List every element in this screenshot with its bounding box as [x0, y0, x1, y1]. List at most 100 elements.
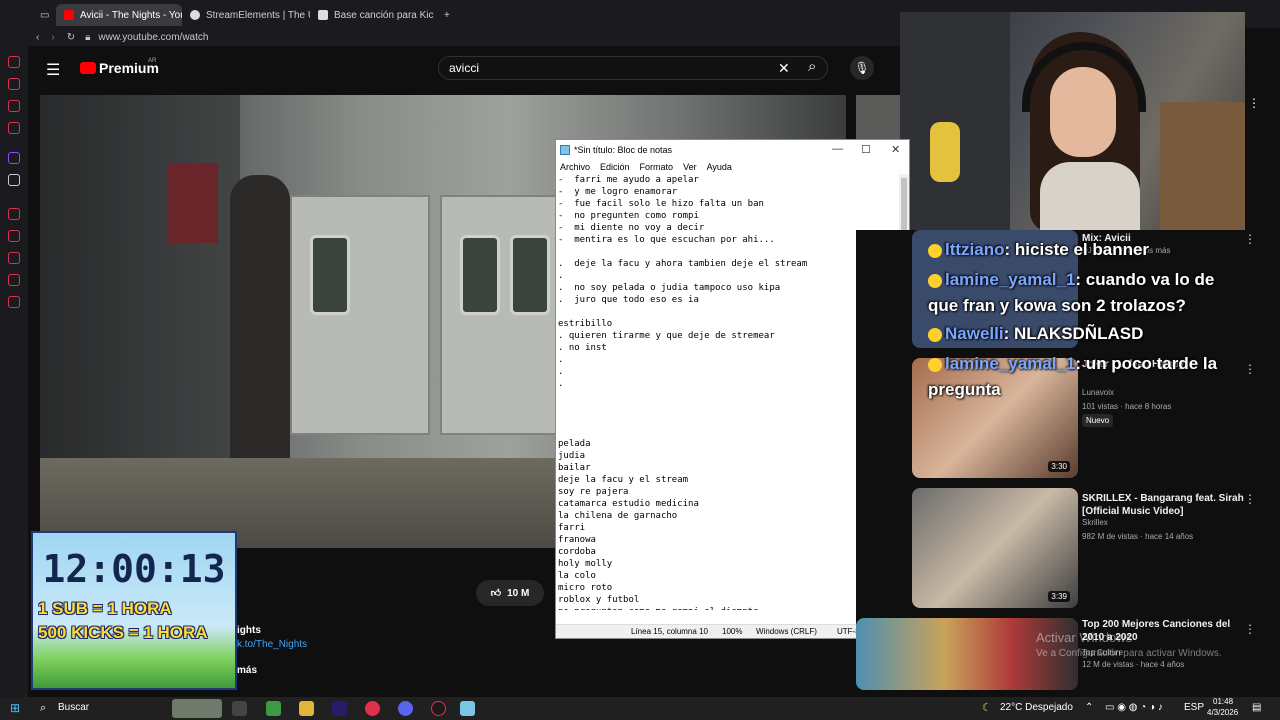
notepad-title: *Sin título: Bloc de notas [574, 145, 673, 155]
more-options-icon[interactable]: ⋮ [1244, 232, 1256, 246]
more-options-icon[interactable]: ⋮ [1244, 492, 1256, 506]
clock-icon[interactable] [8, 252, 20, 264]
tab-streamelements[interactable]: StreamElements | The Ult [182, 4, 310, 26]
related-meta: 12 M de vistas · hace 4 años [1082, 660, 1185, 669]
related-title[interactable]: SKRILLEX - Bangarang feat. Sirah [Offici… [1082, 492, 1246, 518]
back-icon[interactable]: ‹ [36, 32, 39, 43]
video-frame-window [510, 235, 550, 315]
webcam-figure [930, 122, 960, 182]
language-indicator[interactable]: ESP [1184, 702, 1204, 713]
youtube-header: ☰ Premium AR avicci ✕ ⌕ 🎙︎ [28, 46, 900, 90]
menu-ver[interactable]: Ver [683, 162, 697, 172]
bookmarks-icon[interactable] [8, 230, 20, 242]
related-channel: Skrillex [1082, 518, 1108, 527]
notepad-text-area[interactable]: - farri me ayudo a apelar - y me logro e… [558, 174, 898, 610]
notifications-icon[interactable]: ▤ [1252, 702, 1261, 713]
close-icon[interactable]: ✕ [891, 143, 900, 156]
tab-youtube[interactable]: Avicii - The Nights - YouTube [56, 4, 182, 26]
discord-icon[interactable] [398, 701, 413, 716]
history-icon[interactable] [8, 56, 20, 68]
webcam-overlay [900, 12, 1245, 230]
more-options-icon[interactable]: ⋮ [1244, 622, 1256, 636]
whatsapp-icon[interactable] [8, 100, 20, 112]
clock-date[interactable]: 4/3/2026 [1207, 708, 1238, 717]
search-icon[interactable]: ⌕ [40, 702, 46, 715]
chat-message: lamine_yamal_1: cuando va lo de [928, 270, 1214, 290]
app-b-icon[interactable] [266, 701, 281, 716]
youtube-logo-icon[interactable] [80, 62, 96, 74]
related-thumbnail[interactable]: 3:30 [912, 358, 1078, 478]
minimize-icon[interactable]: — [832, 143, 843, 155]
obs-icon[interactable] [431, 701, 446, 716]
notepad-titlebar: *Sin título: Bloc de notas — ☐ ✕ [556, 140, 909, 160]
premiere-icon[interactable] [332, 701, 347, 716]
related-meta: 982 M de vistas · hace 14 años [1082, 532, 1194, 541]
messenger-icon[interactable] [8, 78, 20, 90]
extensions-icon[interactable] [8, 274, 20, 286]
chat-text: pregunta [928, 380, 1001, 399]
tray-icons[interactable]: ▭ ◉ ◍ ◔ ◑ ♪ [1105, 702, 1163, 713]
page-favicon-icon [318, 10, 328, 20]
search-highlight-image [172, 699, 222, 718]
chat-message: lamine_yamal_1: un poco tarde la [928, 354, 1217, 374]
video-frame-window [460, 235, 500, 315]
menu-formato[interactable]: Formato [640, 162, 674, 172]
menu-archivo[interactable]: Archivo [560, 162, 590, 172]
forward-icon[interactable]: › [51, 32, 54, 43]
task-view-icon[interactable] [232, 701, 247, 716]
description-link[interactable]: k.to/The_Nights [237, 639, 307, 650]
activate-windows-title: Activar Windows [1036, 630, 1133, 645]
region-label: AR [148, 58, 157, 64]
more-options-icon[interactable]: ⋮ [1244, 362, 1256, 376]
video-frame-window [310, 235, 350, 315]
search-value: avicci [449, 61, 480, 75]
weather-text[interactable]: 22°C Despejado [1000, 702, 1073, 713]
menu-edicion[interactable]: Edición [600, 162, 630, 172]
menu-ayuda[interactable]: Ayuda [707, 162, 732, 172]
chat-text: : hiciste el banner [1004, 240, 1150, 259]
timer-rule-kicks: 500 KICKS = 1 HORA [38, 623, 208, 642]
show-more-link[interactable]: más [237, 665, 257, 676]
related-thumbnail[interactable]: 3:39 [912, 488, 1078, 608]
line-endings: Windows (CRLF) [756, 627, 817, 636]
clear-search-icon[interactable]: ✕ [778, 60, 790, 77]
related-item[interactable]: 3:30 Joker - ... feat. Halsey Lunavoix 1… [912, 358, 1268, 478]
chat-badge-icon [928, 243, 942, 258]
opera-sidebar [0, 0, 28, 697]
related-meta: 101 vistas · hace 8 horas [1082, 402, 1172, 411]
twitch-icon[interactable] [8, 152, 20, 164]
maximize-icon[interactable]: ☐ [861, 143, 871, 156]
chat-message: lttziano: hiciste el banner [928, 240, 1149, 260]
chat-username: Nawelli [945, 324, 1004, 343]
menu-icon[interactable]: ☰ [46, 60, 60, 80]
chat-badge-icon [928, 327, 942, 342]
clock-time[interactable]: 01:48 [1213, 697, 1233, 706]
notepad-icon[interactable] [460, 701, 475, 716]
opera-icon[interactable] [365, 701, 380, 716]
description-line: ights [237, 625, 261, 636]
settings-icon[interactable] [8, 296, 20, 308]
search-icon[interactable]: ⌕ [808, 58, 816, 75]
url-field[interactable]: www.youtube.com/watch [98, 32, 208, 43]
taskbar-search[interactable]: Buscar [58, 702, 89, 713]
cursor-position: Línea 15, columna 10 [631, 627, 708, 636]
webcam-background-shelf [900, 12, 1010, 230]
video-frame-train [290, 195, 430, 435]
tray-chevron-icon[interactable]: ⌃ [1085, 702, 1093, 713]
duration-badge: 3:30 [1048, 461, 1070, 472]
search-input[interactable]: avicci [438, 56, 828, 80]
tab-base-cancion[interactable]: Base canción para Kick [310, 4, 434, 26]
mic-icon[interactable]: 🎙︎ [850, 56, 874, 80]
player-icon[interactable] [8, 208, 20, 220]
more-options-icon[interactable]: ⋮ [1248, 96, 1260, 110]
file-explorer-icon[interactable] [299, 701, 314, 716]
x-icon[interactable] [8, 174, 20, 186]
instagram-icon[interactable] [8, 122, 20, 134]
chat-badge-icon [928, 357, 942, 372]
reload-icon[interactable]: ↻ [67, 32, 75, 43]
related-item[interactable]: 3:39 SKRILLEX - Bangarang feat. Sirah [O… [912, 488, 1268, 608]
new-badge: Nuevo [1082, 414, 1114, 427]
new-tab-button[interactable]: + [436, 4, 456, 26]
weather-icon: ☾ [982, 702, 992, 714]
start-icon[interactable]: ⊞ [10, 701, 20, 715]
